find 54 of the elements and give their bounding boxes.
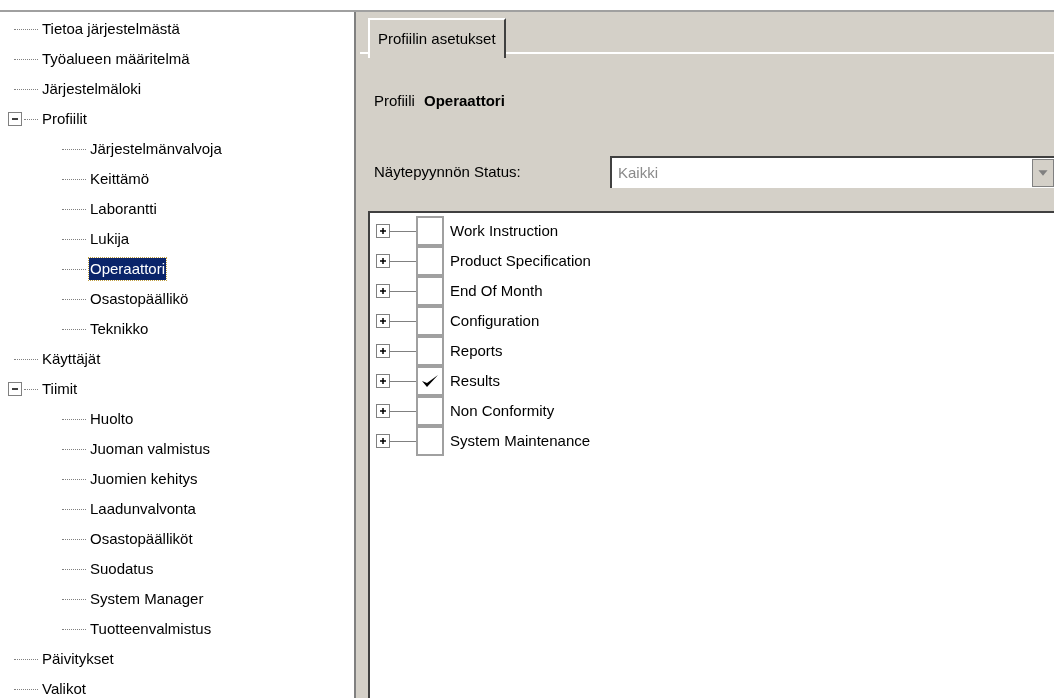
tree-item[interactable]: Juoman valmistus: [89, 437, 212, 461]
checkbox[interactable]: [416, 336, 444, 366]
tree-item[interactable]: Juomien kehitys: [89, 467, 199, 491]
tree-item[interactable]: Järjestelmänvalvoja: [89, 137, 223, 161]
checkbox[interactable]: [416, 396, 444, 426]
permission-label: Non Conformity: [450, 400, 555, 421]
checkbox[interactable]: [416, 306, 444, 336]
tree-item[interactable]: Laborantti: [89, 197, 158, 221]
tree-item[interactable]: Tiimit: [41, 377, 79, 401]
tree-item[interactable]: Teknikko: [89, 317, 150, 341]
tree-item[interactable]: Huolto: [89, 407, 135, 431]
collapse-icon[interactable]: [8, 112, 22, 126]
checkbox[interactable]: [416, 366, 444, 396]
tree-item[interactable]: System Manager: [89, 587, 205, 611]
expand-icon[interactable]: [376, 284, 390, 298]
profile-label: Profiili: [374, 90, 416, 111]
permission-label: Results: [450, 370, 501, 391]
profile-name: Operaattori: [424, 90, 505, 111]
tree-item[interactable]: Osastopäälliköt: [89, 527, 194, 551]
tree-item[interactable]: Tietoa järjestelmästä: [41, 17, 181, 41]
tree-item[interactable]: Tuotteenvalmistus: [89, 617, 213, 641]
tree-item[interactable]: Päivitykset: [41, 647, 115, 671]
permission-label: Work Instruction: [450, 220, 559, 241]
permission-label: End Of Month: [450, 280, 543, 301]
permission-label: Reports: [450, 340, 503, 361]
expand-icon[interactable]: [376, 434, 390, 448]
checkbox[interactable]: [416, 216, 444, 246]
tree-item[interactable]: Työalueen määritelmä: [41, 47, 191, 71]
tree-item[interactable]: Operaattori: [89, 257, 167, 281]
permission-label: Configuration: [450, 310, 540, 331]
tree-item[interactable]: Käyttäjät: [41, 347, 102, 371]
tree-item[interactable]: Järjestelmäloki: [41, 77, 143, 101]
expand-icon[interactable]: [376, 374, 390, 388]
tree-item[interactable]: Keittämö: [89, 167, 151, 191]
status-label: Näytepyynnön Status:: [374, 161, 522, 182]
collapse-icon[interactable]: [8, 382, 22, 396]
tree-item[interactable]: Valikot: [41, 677, 87, 700]
check-icon: [421, 373, 439, 389]
checkbox[interactable]: [416, 276, 444, 306]
tab[interactable]: Profiilin asetukset: [368, 18, 506, 58]
expand-icon[interactable]: [376, 224, 390, 238]
checkbox[interactable]: [416, 246, 444, 276]
permission-label: System Maintenance: [450, 430, 591, 451]
tree-item[interactable]: Osastopäällikö: [89, 287, 190, 311]
expand-icon[interactable]: [376, 254, 390, 268]
expand-icon[interactable]: [376, 344, 390, 358]
checkbox[interactable]: [416, 426, 444, 456]
permission-label: Product Specification: [450, 250, 591, 271]
expand-icon[interactable]: [376, 404, 390, 418]
tree-item[interactable]: Profiilit: [41, 107, 88, 131]
expand-icon[interactable]: [376, 314, 390, 328]
tree-item[interactable]: Laadunvalvonta: [89, 497, 197, 521]
tree-item[interactable]: Suodatus: [89, 557, 155, 581]
tree-item[interactable]: Lukija: [89, 227, 131, 251]
